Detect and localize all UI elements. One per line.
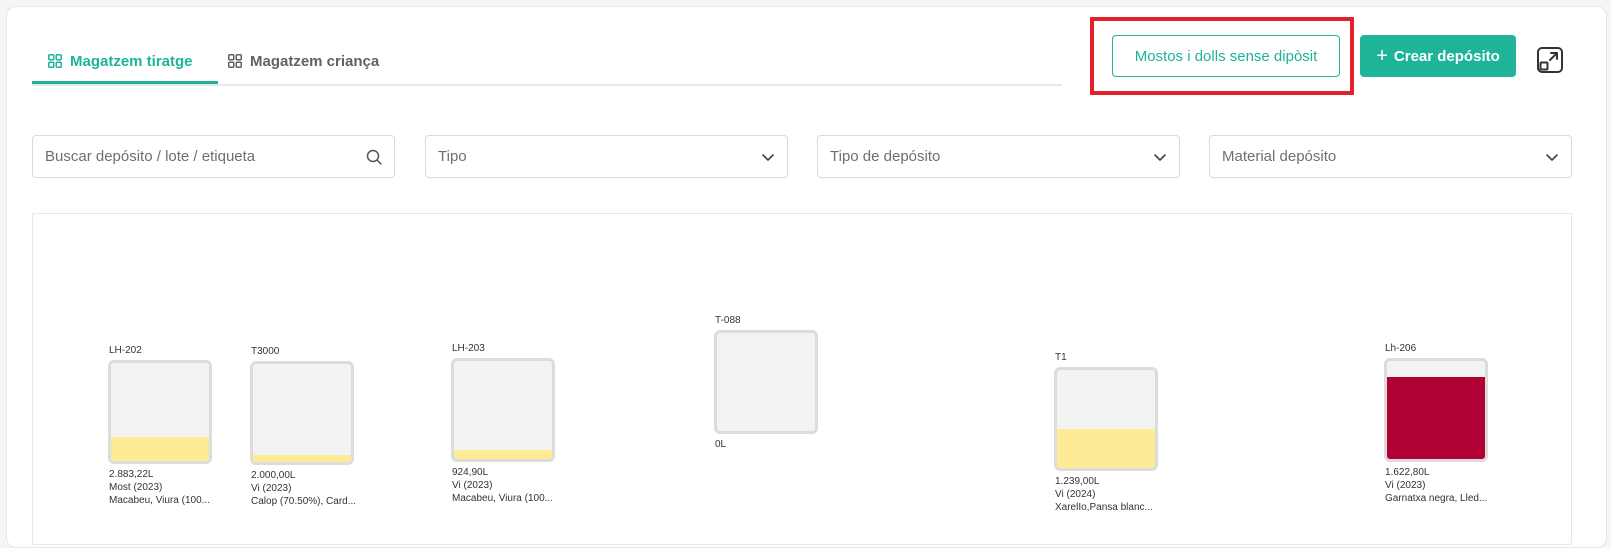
tab-magatzem-tiratge[interactable]: Magatzem tiratge xyxy=(32,40,218,84)
search-icon xyxy=(366,149,382,165)
tank-volume: 924,90L xyxy=(452,467,489,478)
tank-map: LH-202 2.883,22L Most (2023) Macabeu, Vi… xyxy=(32,213,1572,545)
tank-fill xyxy=(253,455,351,462)
tank-volume: 0L xyxy=(715,439,727,450)
tipo-select-value: Tipo xyxy=(438,148,467,165)
tank-wine-type: Vi (2023) xyxy=(251,483,292,494)
tipo-select[interactable]: Tipo xyxy=(425,135,788,178)
tab-magatzem-crianca[interactable]: Magatzem criança xyxy=(228,40,398,82)
tank-vessel xyxy=(714,330,818,434)
tank-vessel xyxy=(1054,367,1158,471)
tank-wine-type: Vi (2023) xyxy=(1385,480,1426,491)
tab-label: Magatzem criança xyxy=(250,52,380,70)
tank-name: T-088 xyxy=(715,315,741,326)
tank-name: T1 xyxy=(1055,352,1067,363)
create-tank-button[interactable]: + Crear depósito xyxy=(1360,35,1516,77)
tank-fill xyxy=(1057,428,1155,468)
search-placeholder: Buscar depósito / lote / etiqueta xyxy=(45,148,256,165)
warehouse-tabs: Magatzem tiratge Magatzem criança xyxy=(32,40,1062,86)
tank-item[interactable]: T-088 0L xyxy=(714,314,824,451)
tank-volume: 1.622,80L xyxy=(1385,467,1430,478)
plus-icon: + xyxy=(1376,45,1388,67)
grid-icon xyxy=(48,54,62,68)
tank-item[interactable]: LH-202 2.883,22L Most (2023) Macabeu, Vi… xyxy=(108,344,218,507)
unassigned-musts-button[interactable]: Mostos i dolls sense dipòsit xyxy=(1112,35,1340,77)
tank-fill xyxy=(454,450,552,459)
chevron-down-icon xyxy=(1154,153,1166,161)
tank-variety: Macabeu, Viura (100... xyxy=(452,493,553,504)
tank-item[interactable]: T1 1.239,00L Vi (2024) XarelIo,Pansa bla… xyxy=(1054,351,1164,514)
tank-vessel xyxy=(451,358,555,462)
tank-fill xyxy=(1387,376,1485,459)
tank-vessel xyxy=(1384,358,1488,462)
tank-item[interactable]: Lh-206 1.622,80L Vi (2023) Garnatxa negr… xyxy=(1384,342,1494,505)
tank-fill xyxy=(111,436,209,461)
tank-variety: Macabeu, Viura (100... xyxy=(109,495,210,506)
tank-volume: 2.000,00L xyxy=(251,470,296,481)
tank-material-select[interactable]: Material depósito xyxy=(1209,135,1572,178)
grid-icon xyxy=(228,54,242,68)
tank-material-select-value: Material depósito xyxy=(1222,148,1337,165)
create-tank-label: Crear depósito xyxy=(1393,47,1500,65)
tank-vessel xyxy=(250,361,354,465)
tank-wine-type: Most (2023) xyxy=(109,482,163,493)
tank-name: Lh-206 xyxy=(1385,343,1417,354)
tank-wine-type: Vi (2023) xyxy=(452,480,493,491)
tank-wine-type: Vi (2024) xyxy=(1055,489,1096,500)
tank-variety: Garnatxa negra, Lled... xyxy=(1385,493,1488,504)
tank-variety: Calop (70.50%), Card... xyxy=(251,496,357,507)
tank-name: LH-202 xyxy=(109,345,142,356)
tank-name: LH-203 xyxy=(452,343,485,354)
tank-volume: 1.239,00L xyxy=(1055,476,1100,487)
external-link-icon[interactable] xyxy=(1536,46,1564,74)
tank-type-select[interactable]: Tipo de depósito xyxy=(817,135,1180,178)
tank-item[interactable]: T3000 2.000,00L Vi (2023) Calop (70.50%)… xyxy=(250,345,360,508)
chevron-down-icon xyxy=(1546,153,1558,161)
tank-volume: 2.883,22L xyxy=(109,469,154,480)
search-field[interactable]: Buscar depósito / lote / etiqueta xyxy=(32,135,395,178)
chevron-down-icon xyxy=(762,153,774,161)
tab-label: Magatzem tiratge xyxy=(70,52,193,70)
tank-name: T3000 xyxy=(251,346,280,357)
tank-vessel xyxy=(108,360,212,464)
tank-variety: XarelIo,Pansa blanc... xyxy=(1055,502,1153,513)
tank-type-select-value: Tipo de depósito xyxy=(830,148,941,165)
tank-item[interactable]: LH-203 924,90L Vi (2023) Macabeu, Viura … xyxy=(451,342,561,505)
